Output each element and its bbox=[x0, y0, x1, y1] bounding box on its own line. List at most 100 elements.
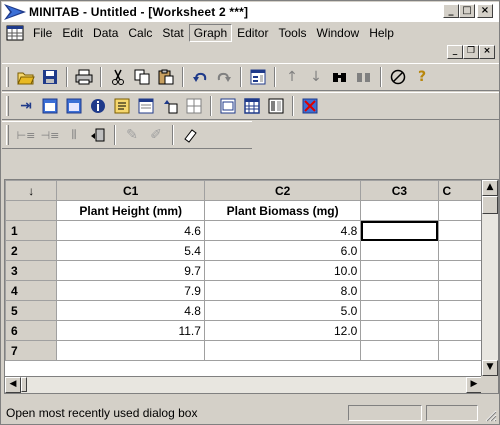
data-cell[interactable] bbox=[203, 340, 362, 361]
menu-tools[interactable]: Tools bbox=[273, 24, 311, 42]
menu-data[interactable]: Data bbox=[88, 24, 123, 42]
data-cell[interactable]: 5.4 bbox=[56, 240, 205, 261]
save-icon[interactable] bbox=[40, 67, 60, 87]
insert-cells-icon[interactable]: ⊢≡ bbox=[16, 125, 36, 145]
menu-window[interactable]: Window bbox=[312, 24, 365, 42]
vertical-scrollbar[interactable]: ▲ ▼ bbox=[481, 180, 498, 376]
row-header[interactable]: 1 bbox=[5, 220, 58, 241]
insert-columns-icon[interactable]: ⫼ bbox=[64, 125, 84, 145]
menu-graph[interactable]: Graph bbox=[188, 24, 233, 42]
report-pad-icon[interactable] bbox=[160, 96, 180, 116]
data-cell[interactable]: 5.0 bbox=[203, 300, 362, 321]
title-bar[interactable]: MINITAB - Untitled - [Worksheet 2 ***] _… bbox=[2, 2, 499, 22]
copy-icon[interactable] bbox=[132, 67, 152, 87]
toolbar-grip[interactable] bbox=[6, 67, 9, 87]
eraser-icon[interactable] bbox=[180, 125, 200, 145]
data-cell[interactable]: 7.9 bbox=[56, 280, 205, 301]
column-header[interactable]: C1 bbox=[56, 180, 205, 201]
paste-icon[interactable] bbox=[156, 67, 176, 87]
print-icon[interactable] bbox=[74, 67, 94, 87]
related-docs-icon[interactable] bbox=[184, 96, 204, 116]
open-icon[interactable] bbox=[16, 67, 36, 87]
grid-view-icon[interactable] bbox=[242, 96, 262, 116]
data-cell[interactable]: 6.0 bbox=[203, 240, 362, 261]
move-columns-icon[interactable] bbox=[88, 125, 108, 145]
maximize-button[interactable]: □ bbox=[459, 4, 475, 18]
menu-file[interactable]: File bbox=[28, 24, 57, 42]
scroll-right-icon[interactable]: ▶ bbox=[466, 377, 482, 393]
menu-edit[interactable]: Edit bbox=[57, 24, 88, 42]
brush-off-icon[interactable]: ✐ bbox=[146, 125, 166, 145]
history-icon[interactable] bbox=[112, 96, 132, 116]
horizontal-scroll-thumb[interactable] bbox=[21, 377, 27, 392]
close-all-graphs-icon[interactable] bbox=[300, 96, 320, 116]
scroll-left-icon[interactable]: ◀ bbox=[5, 377, 21, 393]
column-header[interactable]: C2 bbox=[203, 180, 362, 201]
data-cell[interactable]: 4.6 bbox=[56, 220, 205, 241]
cancel-icon[interactable] bbox=[388, 67, 408, 87]
corner-cell[interactable]: ↓ bbox=[5, 180, 58, 201]
cut-icon[interactable] bbox=[108, 67, 128, 87]
data-cell[interactable]: 9.7 bbox=[56, 260, 205, 281]
data-cell[interactable]: 8.0 bbox=[203, 280, 362, 301]
scroll-down-icon[interactable]: ▼ bbox=[482, 360, 498, 376]
columns-icon[interactable] bbox=[266, 96, 286, 116]
toolbar-grip[interactable] bbox=[6, 96, 9, 116]
row-header[interactable]: 3 bbox=[5, 260, 58, 281]
data-cell[interactable]: 12.0 bbox=[203, 320, 362, 341]
scroll-up-icon[interactable]: ▲ bbox=[482, 180, 498, 196]
worksheet-window-icon[interactable] bbox=[40, 96, 60, 116]
data-cell[interactable] bbox=[360, 260, 439, 281]
data-cell[interactable] bbox=[360, 320, 439, 341]
data-cell[interactable] bbox=[360, 240, 439, 261]
data-cell[interactable]: 11.7 bbox=[56, 320, 205, 341]
child-minimize-button[interactable]: _ bbox=[447, 45, 463, 59]
redo-icon[interactable] bbox=[214, 67, 234, 87]
data-cell[interactable]: 4.8 bbox=[203, 220, 362, 241]
down-arrow-icon[interactable]: ↓ bbox=[306, 67, 326, 87]
menu-editor[interactable]: Editor bbox=[232, 24, 273, 42]
menu-help[interactable]: Help bbox=[364, 24, 399, 42]
row-header[interactable]: 5 bbox=[5, 300, 58, 321]
edit-last-dialog-icon[interactable] bbox=[248, 67, 268, 87]
layout-icon[interactable] bbox=[218, 96, 238, 116]
name-row-header[interactable] bbox=[5, 200, 58, 221]
session-window-icon[interactable]: ⇥ bbox=[16, 96, 36, 116]
child-close-button[interactable]: × bbox=[479, 45, 495, 59]
column-name-cell[interactable] bbox=[360, 200, 439, 221]
child-restore-button[interactable]: ❐ bbox=[463, 45, 479, 59]
row-header[interactable]: 6 bbox=[5, 320, 58, 341]
active-cell[interactable] bbox=[360, 220, 439, 241]
close-button[interactable]: × bbox=[477, 4, 493, 18]
up-arrow-icon[interactable]: ↑ bbox=[282, 67, 302, 87]
find-icon[interactable] bbox=[330, 67, 350, 87]
worksheet-doc-icon[interactable] bbox=[6, 25, 24, 41]
row-header[interactable]: 7 bbox=[5, 340, 58, 361]
project-manager-icon[interactable] bbox=[136, 96, 156, 116]
help-icon[interactable]: ? bbox=[412, 67, 432, 87]
data-cell[interactable]: 10.0 bbox=[203, 260, 362, 281]
horizontal-scrollbar[interactable]: ◀ ▶ bbox=[5, 376, 482, 393]
insert-rows-icon[interactable]: ⊣≡ bbox=[40, 125, 60, 145]
column-name-cell[interactable]: Plant Biomass (mg) bbox=[203, 200, 362, 221]
resize-grip-icon[interactable] bbox=[485, 410, 497, 422]
data-cell[interactable]: 4.8 bbox=[56, 300, 205, 321]
row-header[interactable]: 2 bbox=[5, 240, 58, 261]
brush-icon[interactable]: ✎ bbox=[122, 125, 142, 145]
minimize-button[interactable]: _ bbox=[443, 4, 459, 18]
data-cell[interactable] bbox=[360, 300, 439, 321]
menu-stat[interactable]: Stat bbox=[157, 24, 188, 42]
row-header[interactable]: 4 bbox=[5, 280, 58, 301]
column-name-cell[interactable]: Plant Height (mm) bbox=[56, 200, 205, 221]
info-icon[interactable] bbox=[88, 96, 108, 116]
undo-icon[interactable] bbox=[190, 67, 210, 87]
menu-calc[interactable]: Calc bbox=[123, 24, 157, 42]
data-cell[interactable] bbox=[360, 280, 439, 301]
toolbar-grip[interactable] bbox=[6, 125, 9, 145]
graph-window-icon[interactable] bbox=[64, 96, 84, 116]
column-header[interactable]: C3 bbox=[360, 180, 439, 201]
data-cell[interactable] bbox=[360, 340, 439, 361]
data-cell[interactable] bbox=[56, 340, 205, 361]
scroll-thumb[interactable] bbox=[482, 196, 498, 214]
replace-icon[interactable] bbox=[354, 67, 374, 87]
